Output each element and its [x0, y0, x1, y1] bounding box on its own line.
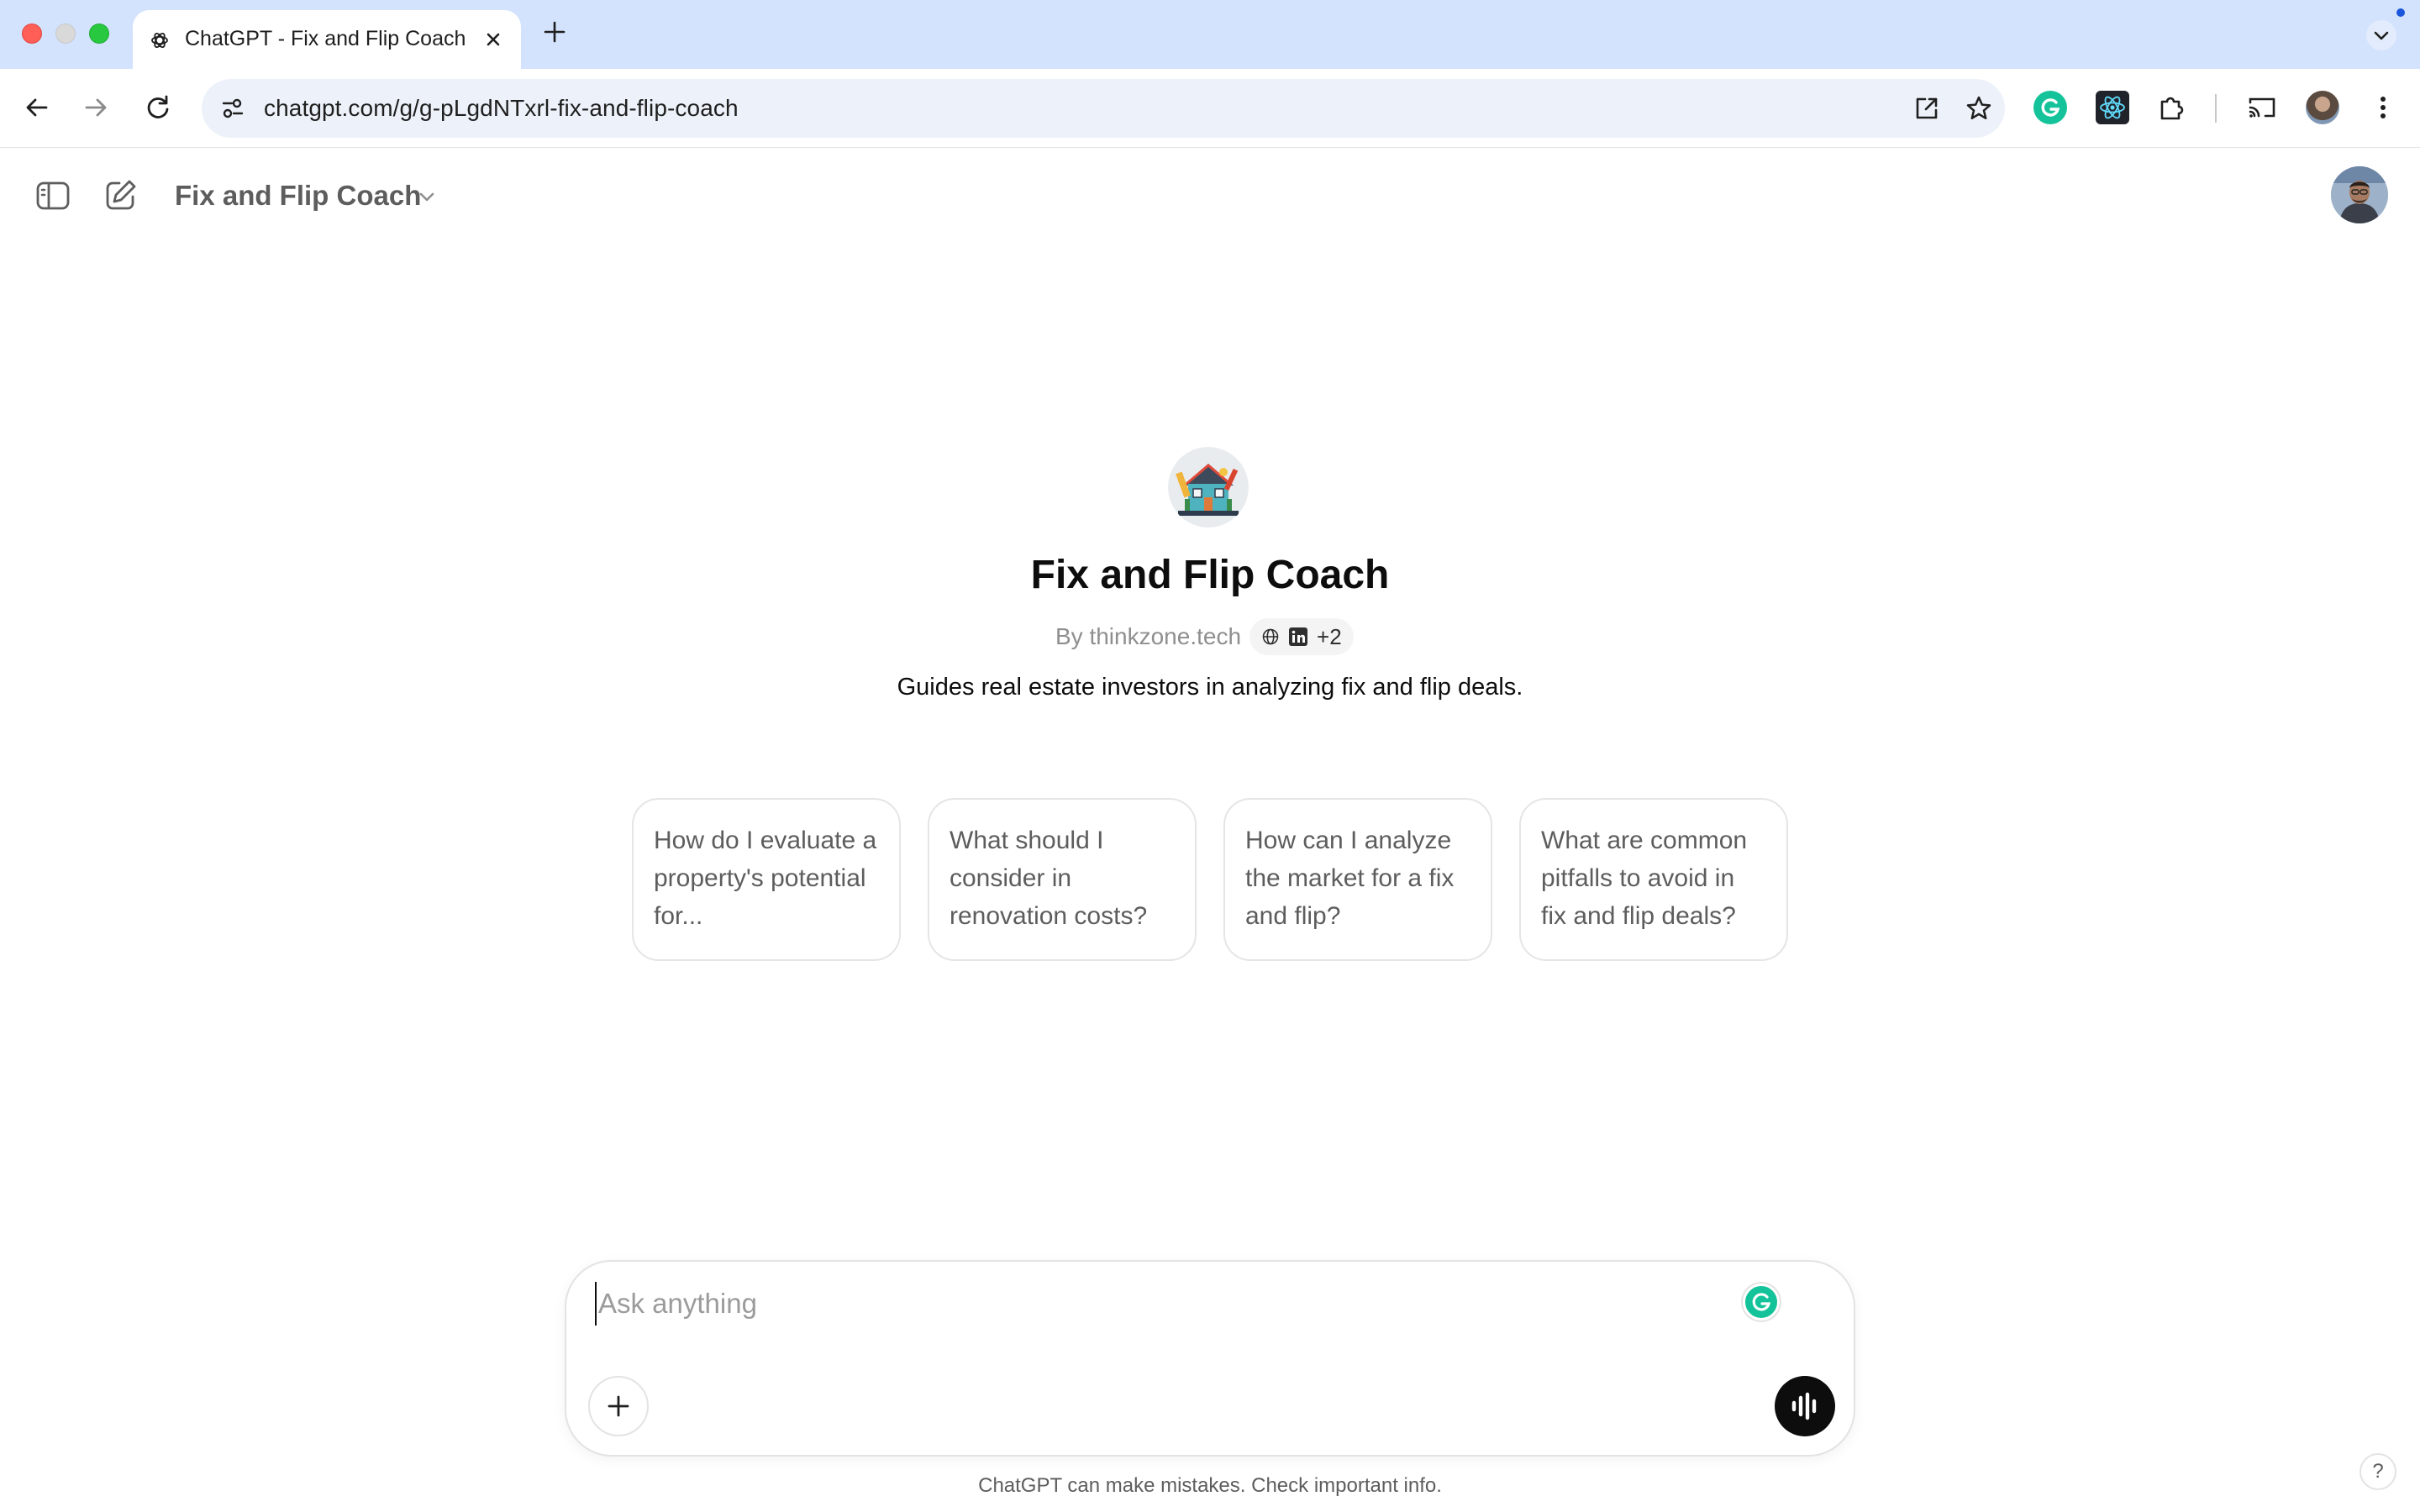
back-arrow-icon[interactable] — [18, 89, 55, 126]
disclaimer-text: ChatGPT can make mistakes. Check importa… — [978, 1474, 1442, 1497]
toolbar-divider — [2215, 94, 2217, 123]
gpt-byline: By thinkzone.tech +2 — [1055, 618, 1354, 655]
browser-tab-strip: ChatGPT - Fix and Flip Coach — [0, 0, 2420, 69]
cast-icon[interactable] — [2245, 91, 2279, 124]
starter-card[interactable]: What should I consider in renovation cos… — [928, 798, 1197, 961]
voice-mode-button[interactable] — [1775, 1376, 1835, 1436]
voice-waveform-icon — [1775, 1376, 1835, 1436]
gpt-selector-label: Fix and Flip Coach — [175, 180, 422, 211]
window-close-button[interactable] — [22, 24, 42, 44]
app-header: Fix and Flip Coach — [0, 148, 2420, 242]
window-minimize-button[interactable] — [55, 24, 76, 44]
new-chat-icon[interactable] — [101, 176, 139, 215]
prompt-input[interactable] — [595, 1282, 1687, 1326]
conversation-starters: How do I evaluate a property's potential… — [632, 798, 1788, 961]
site-info-icon[interactable] — [218, 94, 247, 123]
reload-icon[interactable] — [139, 89, 176, 126]
starter-card[interactable]: What are common pitfalls to avoid in fix… — [1519, 798, 1788, 961]
chatgpt-favicon-icon — [150, 30, 170, 50]
window-zoom-button[interactable] — [89, 24, 109, 44]
forward-arrow-icon[interactable] — [77, 89, 114, 126]
plus-icon — [590, 1378, 647, 1435]
chevron-down-icon — [2366, 20, 2396, 50]
open-in-app-icon[interactable] — [1911, 92, 1943, 124]
capabilities-pill[interactable]: +2 — [1249, 618, 1354, 655]
grammarly-badge-icon[interactable] — [1743, 1284, 1780, 1320]
attach-button[interactable] — [588, 1376, 649, 1436]
gpt-logo-image — [1168, 447, 1249, 528]
tab-title: ChatGPT - Fix and Flip Coach — [185, 27, 466, 50]
globe-icon — [1261, 627, 1280, 646]
capabilities-more-count: +2 — [1317, 623, 1342, 649]
close-icon[interactable] — [482, 29, 504, 50]
chevron-down-icon — [415, 185, 439, 208]
tab-search-button[interactable] — [2366, 20, 2396, 50]
gpt-author[interactable]: By thinkzone.tech — [1055, 623, 1241, 650]
more-vertical-icon[interactable] — [2366, 91, 2400, 124]
starter-card[interactable]: How do I evaluate a property's potential… — [632, 798, 901, 961]
chat-composer — [565, 1260, 1855, 1457]
gpt-description: Guides real estate investors in analyzin… — [897, 674, 1523, 701]
plus-icon[interactable] — [541, 18, 568, 45]
react-devtools-extension-icon[interactable] — [2096, 91, 2129, 124]
grammarly-extension-icon[interactable] — [2033, 91, 2067, 124]
profile-avatar[interactable] — [2306, 91, 2339, 124]
starter-card[interactable]: How can I analyze the market for a fix a… — [1223, 798, 1492, 961]
browser-toolbar: chatgpt.com/g/g-pLgdNTxrl-fix-and-flip-c… — [0, 69, 2420, 148]
address-bar[interactable]: chatgpt.com/g/g-pLgdNTxrl-fix-and-flip-c… — [202, 79, 2005, 138]
url-text: chatgpt.com/g/g-pLgdNTxrl-fix-and-flip-c… — [264, 95, 739, 121]
star-icon[interactable] — [1963, 92, 1995, 124]
browser-tab-active[interactable]: ChatGPT - Fix and Flip Coach — [133, 10, 521, 69]
sidebar-toggle-icon[interactable] — [34, 176, 72, 215]
user-avatar[interactable] — [2331, 166, 2388, 223]
gpt-title: Fix and Flip Coach — [1030, 553, 1390, 597]
linkedin-icon — [1288, 627, 1308, 647]
notification-dot — [2396, 8, 2405, 17]
help-button[interactable]: ? — [2360, 1453, 2396, 1490]
puzzle-extensions-icon[interactable] — [2154, 91, 2188, 124]
